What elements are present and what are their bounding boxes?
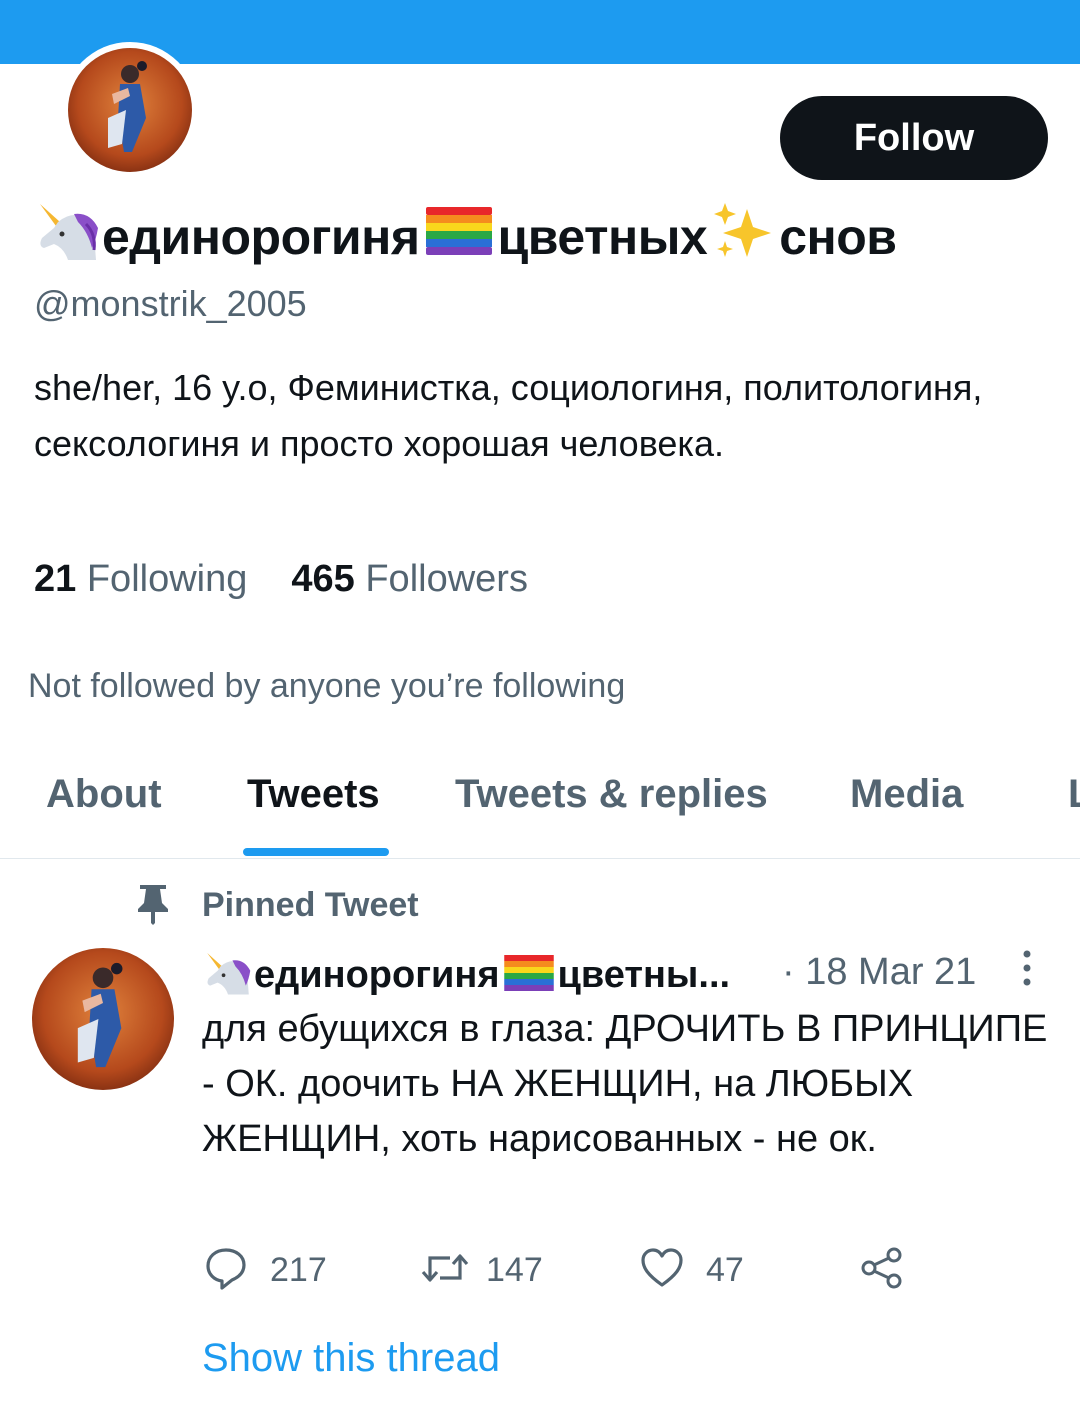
tweet-author-name-part-2[interactable]: цветны... (558, 954, 731, 997)
display-name-part-2: цветных (497, 209, 708, 265)
retweet-icon (420, 1246, 470, 1295)
following-count: 21 (34, 558, 77, 600)
retweet-button[interactable]: 147 (420, 1248, 543, 1292)
profile-handle: @monstrik_2005 (34, 283, 307, 324)
unicorn-emoji (202, 950, 254, 1001)
not-followed-notice: Not followed by anyone you’re following (28, 667, 626, 705)
following-label: Following (86, 558, 248, 600)
followers-stat[interactable]: 465 Followers (291, 558, 528, 601)
like-count: 47 (706, 1250, 744, 1289)
reply-icon (204, 1246, 248, 1295)
profile-bio: she/her, 16 y.o, Феминистка, социологиня… (34, 367, 983, 464)
tweet-text: для ебущихся в глаза: ДРОЧИТЬ В ПРИНЦИПЕ… (202, 1008, 1048, 1160)
following-stat[interactable]: 21 Following (34, 558, 247, 601)
profile-avatar[interactable] (68, 48, 192, 172)
reply-button[interactable]: 217 (204, 1246, 327, 1295)
unicorn-emoji (34, 200, 102, 274)
tab-tweets[interactable]: Tweets (247, 772, 380, 817)
like-button[interactable]: 47 (640, 1246, 744, 1295)
followers-count: 465 (291, 558, 355, 600)
pinned-tweet-label: Pinned Tweet (202, 886, 419, 924)
pin-icon (136, 883, 170, 930)
follow-button[interactable]: Follow (780, 96, 1048, 180)
show-thread-link[interactable]: Show this thread (202, 1336, 500, 1381)
more-icon[interactable] (1015, 948, 1039, 988)
retweet-count: 147 (486, 1250, 543, 1289)
follow-stats: 21 Following 465 Followers (34, 558, 528, 601)
rainbow-flag-emoji (425, 207, 492, 267)
reply-count: 217 (270, 1250, 327, 1289)
tab-media[interactable]: Media (850, 772, 963, 817)
like-icon (640, 1246, 684, 1295)
share-icon (860, 1246, 904, 1295)
profile-tabs: About Tweets Tweets & replies Media L (0, 740, 1080, 859)
pinned-tweet-header: Pinned Tweet (136, 883, 419, 930)
tweet-author-name-part-1[interactable]: единорогиня (254, 954, 500, 997)
followers-label: Followers (365, 558, 528, 600)
tweet-date[interactable]: · 18 Mar 21 (782, 951, 976, 994)
tab-likes[interactable]: L (1068, 772, 1080, 817)
display-name-part-3: снов (779, 209, 897, 265)
tab-tweets-replies[interactable]: Tweets & replies (455, 772, 768, 817)
sparkles-emoji (713, 201, 773, 273)
active-tab-indicator (243, 848, 389, 856)
tweet-header: единорогиня цветны... · 18 Mar 21 (202, 948, 976, 1002)
profile-display-name: единорогиня цветных снов (34, 202, 897, 272)
tweet-author-avatar[interactable] (32, 948, 174, 1090)
tab-about[interactable]: About (46, 772, 162, 817)
profile-avatar-frame (62, 42, 198, 178)
share-button[interactable] (860, 1246, 904, 1295)
display-name-part-1: единорогиня (102, 209, 420, 265)
rainbow-flag-emoji (503, 954, 554, 996)
